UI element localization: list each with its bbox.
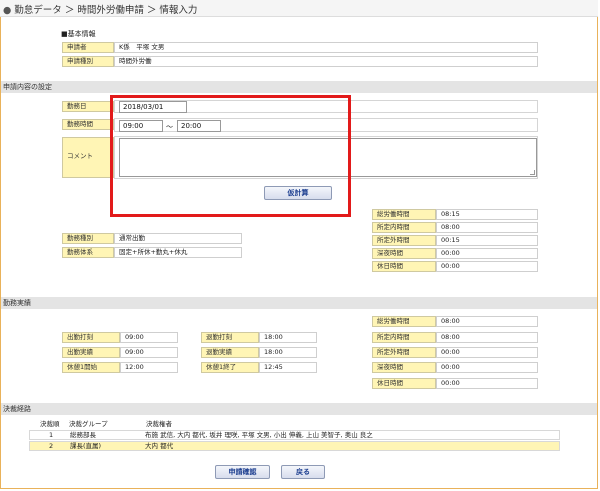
applicant-label: 申請者 — [62, 42, 114, 53]
break-start-label: 休憩1開始 — [62, 362, 120, 373]
act-summary-night-value: 00:00 — [436, 362, 538, 373]
row-group: 課長(直属) — [70, 442, 102, 450]
row-group: 総務部長 — [70, 431, 96, 439]
comment-label: コメント — [62, 137, 114, 178]
table-row: 1 総務部長 布施 武信, 大内 都代, 坂井 理咲, 平塚 文男, 小出 伸義… — [29, 430, 560, 440]
leave-actual-label: 退勤実績 — [201, 347, 259, 358]
act-summary-total-label: 総労働時間 — [372, 316, 436, 327]
act-summary-overtime-label: 所定外時間 — [372, 347, 436, 358]
app-summary-overtime-label: 所定外時間 — [372, 235, 436, 246]
app-summary-holiday-label: 休日時間 — [372, 261, 436, 272]
resize-grip-icon[interactable] — [530, 170, 535, 175]
table-row: 2 課長(直属) 大内 都代 — [29, 441, 560, 451]
break-end-value: 12:45 — [259, 362, 317, 373]
app-summary-regular-value: 08:00 — [436, 222, 538, 233]
app-summary-night-label: 深夜時間 — [372, 248, 436, 259]
bullet-icon: ● — [3, 5, 12, 16]
work-system-label: 勤務体系 — [62, 247, 114, 258]
act-summary-regular-value: 08:00 — [436, 332, 538, 343]
act-summary-holiday-label: 休日時間 — [372, 378, 436, 389]
row-order: 1 — [49, 431, 54, 439]
header-approvers: 決裁権者 — [146, 420, 172, 428]
work-date-label: 勤務日 — [62, 101, 114, 112]
break-start-value: 12:00 — [120, 362, 178, 373]
app-summary-holiday-value: 00:00 — [436, 261, 538, 272]
act-summary-overtime-value: 00:00 — [436, 347, 538, 358]
row-approvers: 大内 都代 — [145, 442, 174, 450]
app-summary-regular-label: 所定内時間 — [372, 222, 436, 233]
work-type-value: 通常出勤 — [114, 233, 242, 244]
break-end-label: 休憩1終了 — [201, 362, 259, 373]
app-summary-total-label: 総労働時間 — [372, 209, 436, 220]
section-application-settings: 申請内容の設定 — [1, 81, 597, 93]
app-summary-night-value: 00:00 — [436, 248, 538, 259]
work-time-label: 勤務時間 — [62, 119, 114, 130]
request-type-label: 申請種別 — [62, 56, 114, 67]
act-summary-holiday-value: 00:00 — [436, 378, 538, 389]
breadcrumb-text: 勤怠データ ＞ 時間外労働申請 ＞ 情報入力 — [14, 5, 198, 16]
applicant-value: K係 平塚 文男 — [114, 42, 538, 53]
leave-stamp-label: 退勤打刻 — [201, 332, 259, 343]
work-system-value: 固定+所休+勤丸+休丸 — [114, 247, 242, 258]
back-button[interactable]: 戻る — [281, 465, 325, 479]
highlight-box — [110, 95, 351, 217]
work-type-label: 勤務種別 — [62, 233, 114, 244]
header-bar: ● 勤怠データ ＞ 時間外労働申請 ＞ 情報入力 — [0, 0, 598, 17]
basic-info-heading: ■基本情報 — [61, 30, 96, 38]
breadcrumb: ● 勤怠データ ＞ 時間外労働申請 ＞ 情報入力 — [3, 2, 197, 16]
attend-actual-label: 出勤実績 — [62, 347, 120, 358]
apply-confirm-button[interactable]: 申請確認 — [215, 465, 270, 479]
request-type-value: 時間外労働 — [114, 56, 538, 67]
header-group: 決裁グループ — [69, 420, 108, 428]
header-order: 決裁順 — [40, 420, 60, 428]
attend-stamp-label: 出勤打刻 — [62, 332, 120, 343]
section-work-actual: 勤務実績 — [1, 297, 597, 309]
row-approvers: 布施 武信, 大内 都代, 坂井 理咲, 平塚 文男, 小出 伸義, 上山 美智… — [145, 431, 373, 439]
act-summary-night-label: 深夜時間 — [372, 362, 436, 373]
leave-actual-value: 18:00 — [259, 347, 317, 358]
act-summary-regular-label: 所定内時間 — [372, 332, 436, 343]
attend-stamp-value: 09:00 — [120, 332, 178, 343]
attend-actual-value: 09:00 — [120, 347, 178, 358]
app-summary-total-value: 08:15 — [436, 209, 538, 220]
act-summary-total-value: 08:00 — [436, 316, 538, 327]
section-approval-route: 決裁経路 — [1, 403, 597, 415]
app-summary-overtime-value: 00:15 — [436, 235, 538, 246]
row-order: 2 — [49, 442, 54, 450]
leave-stamp-value: 18:00 — [259, 332, 317, 343]
